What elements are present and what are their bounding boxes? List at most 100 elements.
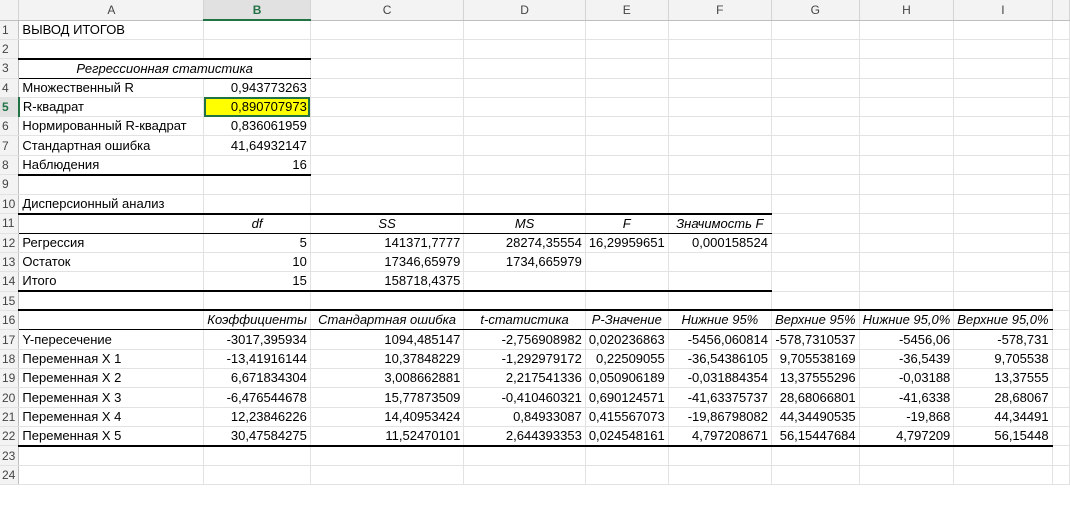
stat-value[interactable]: 41,64932147 <box>203 135 311 156</box>
coef-cell[interactable]: -41,63375737 <box>668 387 772 408</box>
cell-a1[interactable]: ВЫВОД ИТОГОВ <box>18 20 205 40</box>
coef-cell[interactable]: 1094,485147 <box>310 329 465 350</box>
cell[interactable] <box>310 39 465 60</box>
cell[interactable] <box>463 97 586 118</box>
cell[interactable] <box>953 194 1053 215</box>
coef-label[interactable]: Переменная X 4 <box>18 407 205 427</box>
cell[interactable] <box>585 445 669 466</box>
anova-header-f[interactable]: F <box>585 213 669 234</box>
coef-cell[interactable]: -0,03188 <box>859 368 955 389</box>
cell[interactable] <box>1052 135 1070 156</box>
row-header[interactable]: 8 <box>0 155 20 176</box>
cell[interactable] <box>585 194 669 215</box>
cell[interactable] <box>953 233 1053 253</box>
cell[interactable] <box>1052 349 1070 370</box>
cell[interactable] <box>668 252 772 273</box>
stat-label[interactable]: Нормированный R-квадрат <box>18 116 205 137</box>
column-header-g[interactable]: G <box>771 0 860 21</box>
cell[interactable] <box>310 135 465 156</box>
cell[interactable] <box>953 252 1053 273</box>
coef-cell[interactable]: 13,37555 <box>953 368 1053 389</box>
cell[interactable] <box>771 252 860 273</box>
cell[interactable] <box>1052 407 1070 427</box>
cell[interactable] <box>1052 465 1070 486</box>
cell[interactable] <box>310 174 465 195</box>
coef-label[interactable]: Y-пересечение <box>18 329 205 350</box>
row-header[interactable]: 20 <box>0 387 20 408</box>
cell[interactable] <box>203 20 311 40</box>
cell[interactable] <box>859 97 955 118</box>
coef-header[interactable]: Стандартная ошибка <box>310 310 465 331</box>
row-header[interactable]: 22 <box>0 426 20 447</box>
coef-cell[interactable]: 12,23846226 <box>203 407 311 427</box>
coef-header[interactable]: t-статистика <box>463 310 586 331</box>
cell[interactable] <box>1052 252 1070 273</box>
row-header[interactable]: 9 <box>0 174 20 195</box>
cell[interactable] <box>668 20 772 40</box>
cell[interactable] <box>1052 97 1070 118</box>
stat-value[interactable]: 16 <box>203 155 311 176</box>
coef-cell[interactable]: -36,5439 <box>859 349 955 370</box>
coef-header[interactable]: Нижние 95,0% <box>859 310 955 331</box>
cell[interactable] <box>771 445 860 466</box>
row-header[interactable]: 19 <box>0 368 20 389</box>
coef-cell[interactable]: 4,797209 <box>859 426 955 447</box>
coef-cell[interactable]: 9,705538169 <box>771 349 860 370</box>
row-header[interactable]: 11 <box>0 213 20 234</box>
cell[interactable] <box>1052 271 1070 292</box>
stat-label[interactable]: Наблюдения <box>18 155 205 176</box>
anova-cell[interactable]: 10 <box>203 252 311 273</box>
coef-label[interactable]: Переменная X 3 <box>18 387 205 408</box>
cell[interactable] <box>668 271 772 293</box>
cell[interactable] <box>953 213 1053 234</box>
cell[interactable] <box>463 155 586 176</box>
cell[interactable] <box>771 291 860 312</box>
coef-cell[interactable]: -3017,395934 <box>203 329 311 350</box>
coef-cell[interactable]: 2,644393353 <box>463 426 586 447</box>
coef-header[interactable]: P-Значение <box>585 310 669 331</box>
row-header[interactable]: 24 <box>0 465 20 486</box>
anova-cell[interactable]: 15 <box>203 271 311 293</box>
cell[interactable] <box>18 39 205 60</box>
cell[interactable] <box>585 271 669 293</box>
cell[interactable] <box>463 271 586 293</box>
anova-label[interactable]: Итого <box>18 271 205 293</box>
coef-cell[interactable]: 44,34491 <box>953 407 1053 427</box>
cell[interactable] <box>1052 426 1070 447</box>
cell[interactable] <box>859 78 955 98</box>
cell[interactable] <box>463 39 586 60</box>
cell[interactable] <box>463 135 586 156</box>
row-header[interactable]: 7 <box>0 135 20 156</box>
coef-cell[interactable]: -5456,060814 <box>668 329 772 350</box>
coef-cell[interactable]: -0,031884354 <box>668 368 772 389</box>
coef-cell[interactable]: 10,37848229 <box>310 349 465 370</box>
cell[interactable] <box>771 97 860 118</box>
cell[interactable] <box>1052 387 1070 408</box>
cell[interactable] <box>953 291 1053 312</box>
coef-header[interactable]: Верхние 95% <box>771 310 860 331</box>
cell[interactable] <box>859 291 955 312</box>
cell[interactable] <box>953 155 1053 176</box>
row-header[interactable]: 18 <box>0 349 20 370</box>
cell[interactable] <box>310 78 465 98</box>
cell[interactable] <box>203 445 311 466</box>
cell[interactable] <box>203 465 311 486</box>
cell[interactable] <box>668 194 772 215</box>
cell[interactable] <box>859 271 955 292</box>
cell[interactable] <box>585 174 669 195</box>
cell[interactable] <box>953 78 1053 98</box>
cell[interactable] <box>463 465 586 486</box>
row-header[interactable]: 21 <box>0 407 20 427</box>
stat-label[interactable]: Стандартная ошибка <box>18 135 205 156</box>
row-header[interactable]: 12 <box>0 233 20 253</box>
cell[interactable] <box>18 310 205 331</box>
coef-label[interactable]: Переменная X 5 <box>18 426 205 447</box>
cell[interactable] <box>1052 445 1070 466</box>
coef-cell[interactable]: 0,415567073 <box>585 407 669 427</box>
cell[interactable] <box>668 58 772 79</box>
column-header-b[interactable]: B <box>203 0 311 21</box>
coef-cell[interactable]: 0,690124571 <box>585 387 669 408</box>
row-header[interactable]: 14 <box>0 271 20 292</box>
cell[interactable] <box>859 58 955 79</box>
cell[interactable] <box>1052 78 1070 98</box>
